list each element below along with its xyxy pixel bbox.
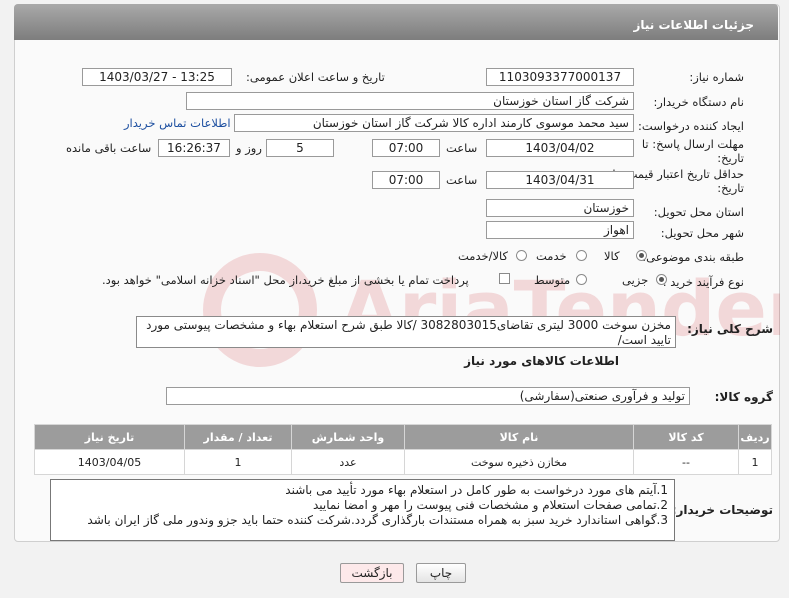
category-radio-both[interactable] xyxy=(516,250,527,261)
process-radio-minor[interactable] xyxy=(656,274,667,285)
city-field: اهواز xyxy=(486,221,634,239)
summary-field: مخزن سوخت 3000 لیتری تقاضای3082803015 /ک… xyxy=(136,316,676,348)
buyer-org-label: نام دستگاه خریدار: xyxy=(653,95,744,109)
validity-time-field: 07:00 xyxy=(372,171,440,189)
validity-time-label: ساعت xyxy=(446,173,478,187)
header-need-date: تاریخ نیاز xyxy=(34,424,185,450)
announce-datetime-field: 1403/03/27 - 13:25 xyxy=(82,68,232,86)
table-row: 1 -- مخازن ذخیره سوخت عدد 1 1403/04/05 xyxy=(34,449,772,475)
category-option-goods: کالا xyxy=(604,249,620,263)
header-item-code: کد کالا xyxy=(633,424,739,450)
header-row-number: ردیف xyxy=(738,424,772,450)
treasury-payment-checkbox[interactable] xyxy=(499,273,510,284)
table-header-row: ردیف کد کالا نام کالا واحد شمارش تعداد /… xyxy=(34,424,772,450)
buyer-org-field: شرکت گاز استان خوزستان xyxy=(186,92,634,110)
items-table: ردیف کد کالا نام کالا واحد شمارش تعداد /… xyxy=(34,424,772,475)
cell-need-date: 1403/04/05 xyxy=(34,449,185,475)
category-radio-service[interactable] xyxy=(576,250,587,261)
cell-row-number: 1 xyxy=(738,449,772,475)
buyer-note-line-1: 1.آیتم های مورد درخواست به طور کامل در ا… xyxy=(285,483,668,497)
cell-item-name: مخازن ذخیره سوخت xyxy=(404,449,634,475)
city-label: شهر محل تحویل: xyxy=(660,226,744,240)
panel-header: جزئیات اطلاعات نیاز xyxy=(14,4,778,40)
deadline-label-2: تاریخ: xyxy=(717,151,744,165)
creator-field: سید محمد موسوی کارمند اداره کالا شرکت گا… xyxy=(234,114,634,132)
days-label: روز و xyxy=(236,141,262,155)
header-unit: واحد شمارش xyxy=(291,424,405,450)
goods-group-field: تولید و فرآوری صنعتی(سفارشی) xyxy=(166,387,690,405)
deadline-date-field: 1403/04/02 xyxy=(486,139,634,157)
buyer-notes-field: 1.آیتم های مورد درخواست به طور کامل در ا… xyxy=(50,479,675,541)
cell-unit: عدد xyxy=(291,449,405,475)
header-quantity: تعداد / مقدار xyxy=(184,424,292,450)
goods-section-title: اطلاعات کالاهای مورد نیاز xyxy=(464,354,619,368)
remaining-label: ساعت باقی مانده xyxy=(66,141,152,155)
remaining-time-field: 16:26:37 xyxy=(158,139,230,157)
category-radio-goods[interactable] xyxy=(636,250,647,261)
header-item-name: نام کالا xyxy=(404,424,634,450)
goods-group-label: گروه کالا: xyxy=(714,390,773,404)
process-label: نوع فرآیند خرید : xyxy=(662,275,744,289)
deadline-time-label: ساعت xyxy=(446,141,478,155)
process-radio-medium[interactable] xyxy=(576,274,587,285)
category-label: طبقه بندی موضوعی: xyxy=(642,250,744,264)
treasury-payment-note: پرداخت تمام یا بخشی از مبلغ خرید،از محل … xyxy=(102,273,469,287)
panel-title: جزئیات اطلاعات نیاز xyxy=(633,18,754,32)
cell-quantity: 1 xyxy=(184,449,292,475)
process-option-minor: جزیی xyxy=(622,273,649,287)
need-number-label: شماره نیاز: xyxy=(689,70,744,84)
back-button[interactable]: بازگشت xyxy=(340,563,404,583)
need-number-field: 1103093377000137 xyxy=(486,68,634,86)
category-option-both: کالا/خدمت xyxy=(458,249,509,263)
creator-label: ایجاد کننده درخواست: xyxy=(638,119,744,133)
deadline-label-1: مهلت ارسال پاسخ: تا xyxy=(641,137,744,151)
validity-date-field: 1403/04/31 xyxy=(486,171,634,189)
process-option-medium: متوسط xyxy=(534,273,571,287)
validity-label-2: تاریخ: xyxy=(717,181,744,195)
buyer-note-line-3: 3.گواهی استاندارد خرید سبز به همراه مستن… xyxy=(87,513,668,527)
category-option-service: خدمت xyxy=(536,249,567,263)
announce-label: تاریخ و ساعت اعلان عمومی: xyxy=(246,70,385,84)
days-field: 5 xyxy=(266,139,334,157)
province-label: استان محل تحویل: xyxy=(653,205,744,219)
print-button[interactable]: چاپ xyxy=(416,563,466,583)
deadline-time-field: 07:00 xyxy=(372,139,440,157)
summary-label: شرح کلی نیاز: xyxy=(687,322,773,336)
buyer-note-line-2: 2.تمامی صفحات استعلام و مشخصات فنی پیوست… xyxy=(312,498,668,512)
buyer-notes-label: توضیحات خریدار: xyxy=(671,503,773,517)
province-field: خوزستان xyxy=(486,199,634,217)
contact-info-link[interactable]: اطلاعات تماس خریدار xyxy=(124,116,231,130)
cell-item-code: -- xyxy=(633,449,739,475)
